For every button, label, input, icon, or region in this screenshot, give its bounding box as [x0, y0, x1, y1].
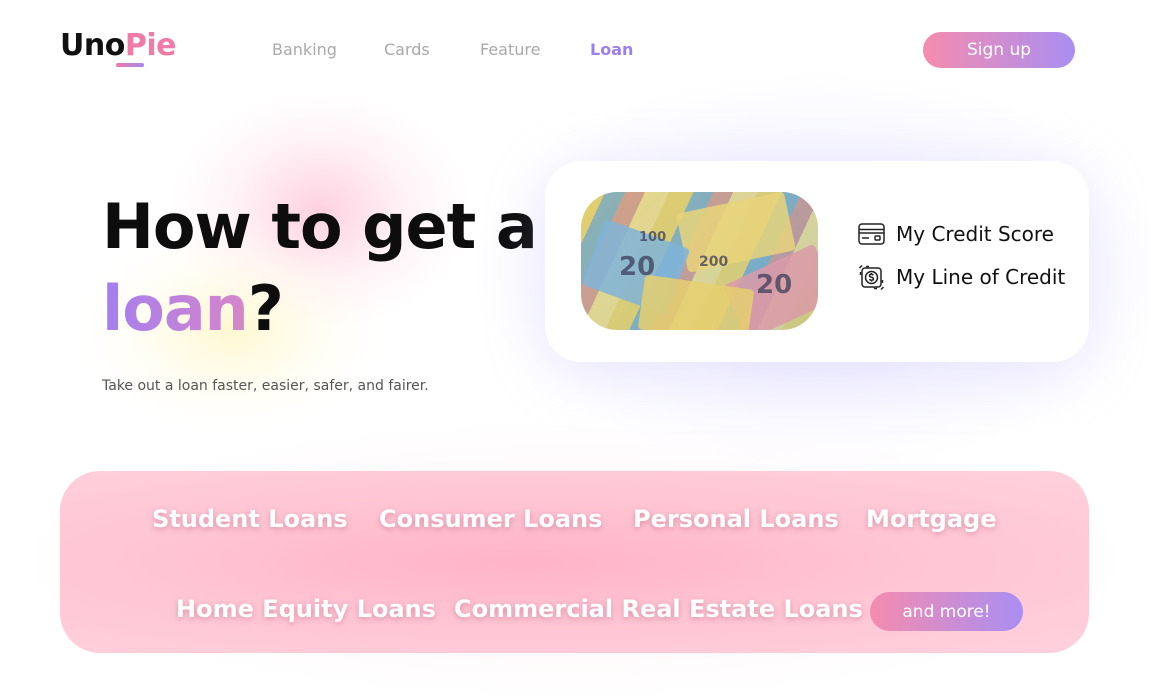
- credit-card-icon: [858, 223, 885, 245]
- my-line-of-credit-label: My Line of Credit: [896, 265, 1066, 289]
- loan-types-panel: Student Loans Consumer Loans Personal Lo…: [60, 471, 1089, 653]
- loan-item-commercial-real-estate[interactable]: Commercial Real Estate Loans: [454, 595, 863, 623]
- nav-item-loan[interactable]: Loan: [590, 40, 633, 59]
- signup-button[interactable]: Sign up: [923, 32, 1075, 68]
- my-line-of-credit-link[interactable]: My Line of Credit: [858, 264, 1065, 290]
- nav-item-feature[interactable]: Feature: [480, 40, 540, 59]
- and-more-button[interactable]: and more!: [870, 592, 1023, 631]
- brand-logo-underline: [116, 63, 144, 67]
- credit-card-panel: 20 20 200 100 My Credit Score My Line of…: [545, 161, 1089, 362]
- dollar-cycle-icon: [858, 264, 885, 291]
- loan-item-mortgage[interactable]: Mortgage: [866, 505, 997, 533]
- brand-logo[interactable]: UnoPie: [60, 28, 176, 63]
- euro-banknotes-photo: 20 20 200 100: [581, 192, 818, 330]
- my-credit-score-link[interactable]: My Credit Score: [858, 221, 1054, 247]
- hero-title: How to get a loan?: [102, 186, 538, 350]
- hero-title-line1: How to get a: [102, 190, 538, 263]
- brand-logo-part2: Pie: [124, 28, 177, 63]
- hero-title-accent: loan: [102, 272, 249, 345]
- loan-item-student[interactable]: Student Loans: [152, 505, 348, 533]
- hero-subtitle: Take out a loan faster, easier, safer, a…: [102, 378, 429, 394]
- loan-item-personal[interactable]: Personal Loans: [633, 505, 839, 533]
- nav-item-banking[interactable]: Banking: [272, 40, 337, 59]
- nav-item-cards[interactable]: Cards: [384, 40, 430, 59]
- brand-logo-part1: Uno: [60, 28, 125, 63]
- hero-title-end: ?: [247, 272, 284, 345]
- loan-item-consumer[interactable]: Consumer Loans: [379, 505, 602, 533]
- my-credit-score-label: My Credit Score: [896, 222, 1054, 246]
- loan-item-home-equity[interactable]: Home Equity Loans: [176, 595, 436, 623]
